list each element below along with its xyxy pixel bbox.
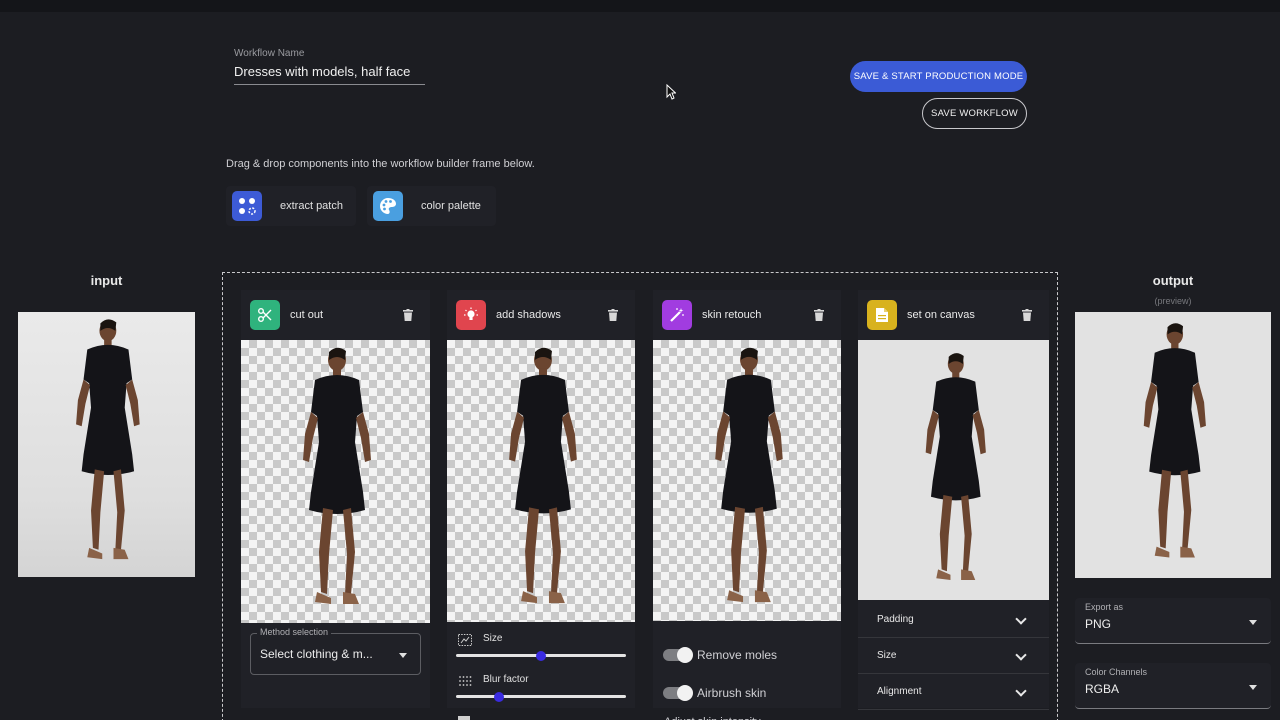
blur-icon — [458, 674, 472, 686]
palette-item-extract-patch[interactable]: extract patch — [226, 186, 356, 226]
accordion-label: Padding — [877, 614, 914, 625]
size-icon — [458, 633, 472, 646]
input-title: input — [90, 273, 123, 288]
color-channels-value: RGBA — [1085, 682, 1120, 696]
palette-item-color-palette[interactable]: color palette — [367, 186, 496, 226]
blur-factor-slider-thumb[interactable] — [494, 692, 504, 702]
workflow-name-label: Workflow Name — [234, 48, 305, 59]
trash-icon[interactable] — [607, 308, 619, 322]
step-header: cut out — [241, 290, 430, 340]
save-workflow-button[interactable]: SAVE WORKFLOW — [922, 98, 1027, 129]
step-label: cut out — [290, 309, 324, 321]
output-preview-image[interactable] — [1075, 312, 1271, 578]
drag-drop-hint: Drag & drop components into the workflow… — [226, 158, 535, 170]
airbrush-skin-label: Airbrush skin — [697, 686, 767, 700]
shadows-preview-image[interactable] — [447, 340, 635, 622]
palette-item-label: extract patch — [280, 200, 343, 212]
step-header: add shadows — [447, 290, 635, 340]
output-preview-label: (preview) — [1154, 296, 1192, 306]
accordion-label: Alignment — [877, 686, 922, 697]
toggle-knob — [677, 647, 693, 663]
step-label: skin retouch — [702, 309, 762, 321]
remove-moles-label: Remove moles — [697, 648, 778, 662]
canvas-preview-image[interactable] — [858, 340, 1049, 600]
save-and-start-production-button[interactable]: SAVE & START PRODUCTION MODE — [850, 61, 1027, 92]
color-channels-select[interactable]: Color Channels RGBA — [1075, 663, 1271, 709]
lightbulb-icon — [456, 300, 486, 330]
accordion-label: Size — [877, 650, 897, 661]
scissors-icon — [250, 300, 280, 330]
extract-patch-icon — [232, 191, 262, 221]
size-slider-label: Size — [483, 633, 503, 644]
palette-item-label: color palette — [421, 200, 481, 212]
chevron-down-icon — [1015, 613, 1027, 625]
workflow-name-input[interactable]: Dresses with models, half face — [234, 59, 425, 85]
step-label: set on canvas — [907, 309, 975, 321]
export-format-select[interactable]: Export as PNG — [1075, 598, 1271, 644]
skin-intensity-label: Adjust skin intensity — [664, 716, 761, 720]
method-selection-value: Select clothing & m... — [260, 647, 373, 661]
step-header: set on canvas — [858, 290, 1049, 340]
blur-factor-slider-label: Blur factor — [483, 674, 529, 685]
export-format-label: Export as — [1085, 602, 1124, 612]
opacity-icon — [458, 716, 470, 720]
palette-icon — [373, 191, 403, 221]
trash-icon[interactable] — [1021, 308, 1033, 322]
cut-out-preview-image[interactable] — [241, 340, 430, 623]
dropdown-caret-icon — [399, 653, 407, 658]
mouse-cursor-icon — [666, 83, 677, 105]
input-image[interactable] — [18, 312, 195, 577]
size-accordion[interactable]: Size — [858, 638, 1049, 674]
trash-icon[interactable] — [402, 308, 414, 322]
magic-wand-icon — [662, 300, 692, 330]
step-header: skin retouch — [653, 290, 841, 340]
remove-moles-toggle[interactable] — [663, 647, 693, 663]
dropdown-caret-icon — [1249, 685, 1257, 690]
dropdown-caret-icon — [1249, 620, 1257, 625]
method-selection-dropdown[interactable]: Method selection Select clothing & m... — [250, 627, 421, 675]
retouch-preview-image[interactable] — [653, 340, 841, 621]
blur-factor-slider[interactable] — [456, 695, 626, 698]
chevron-down-icon — [1015, 685, 1027, 697]
output-title: output — [1152, 273, 1194, 288]
padding-accordion[interactable]: Padding — [858, 602, 1049, 638]
size-slider-thumb[interactable] — [536, 651, 546, 661]
workflow-name-field[interactable]: Workflow Name Dresses with models, half … — [234, 48, 425, 85]
export-format-value: PNG — [1085, 617, 1112, 631]
toggle-knob — [677, 685, 693, 701]
airbrush-skin-toggle[interactable] — [663, 685, 693, 701]
step-label: add shadows — [496, 309, 561, 321]
chevron-down-icon — [1015, 649, 1027, 661]
top-bar — [0, 0, 1280, 12]
trash-icon[interactable] — [813, 308, 825, 322]
document-icon — [867, 300, 897, 330]
method-selection-label: Method selection — [257, 627, 332, 637]
alignment-accordion[interactable]: Alignment — [858, 674, 1049, 710]
color-channels-label: Color Channels — [1085, 667, 1148, 677]
